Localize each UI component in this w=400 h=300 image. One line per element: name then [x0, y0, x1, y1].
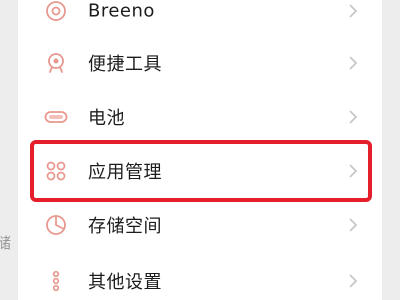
storage-pie-icon: [44, 213, 68, 237]
tools-icon: [44, 51, 68, 75]
more-settings-icon: [44, 269, 68, 293]
settings-item-label: Breeno: [88, 0, 155, 22]
settings-screen: 储 Breeno 便捷工具 电池 应用管理 存储空间 其他设置: [0, 0, 400, 300]
settings-item-tools[interactable]: 便捷工具: [18, 36, 382, 90]
settings-item-app-management[interactable]: 应用管理: [18, 144, 382, 198]
settings-item-breeno[interactable]: Breeno: [18, 0, 382, 38]
side-text-fragment: 储: [0, 234, 12, 252]
chevron-right-icon: [346, 2, 360, 20]
settings-item-label: 其他设置: [88, 272, 162, 293]
chevron-right-icon: [346, 108, 360, 126]
settings-item-label: 应用管理: [88, 162, 162, 183]
settings-item-label: 电池: [88, 108, 125, 129]
battery-icon: [44, 105, 68, 129]
chevron-right-icon: [346, 162, 360, 180]
settings-item-label: 便捷工具: [88, 54, 162, 75]
chevron-right-icon: [346, 54, 360, 72]
chevron-right-icon: [346, 272, 360, 290]
breeno-icon: [44, 0, 68, 23]
settings-item-battery[interactable]: 电池: [18, 90, 382, 144]
apps-grid-icon: [44, 159, 68, 183]
settings-list: Breeno 便捷工具 电池 应用管理 存储空间 其他设置: [18, 0, 382, 300]
settings-item-storage[interactable]: 存储空间: [18, 198, 382, 252]
settings-item-label: 存储空间: [88, 216, 162, 237]
chevron-right-icon: [346, 216, 360, 234]
settings-item-other[interactable]: 其他设置: [18, 254, 382, 300]
